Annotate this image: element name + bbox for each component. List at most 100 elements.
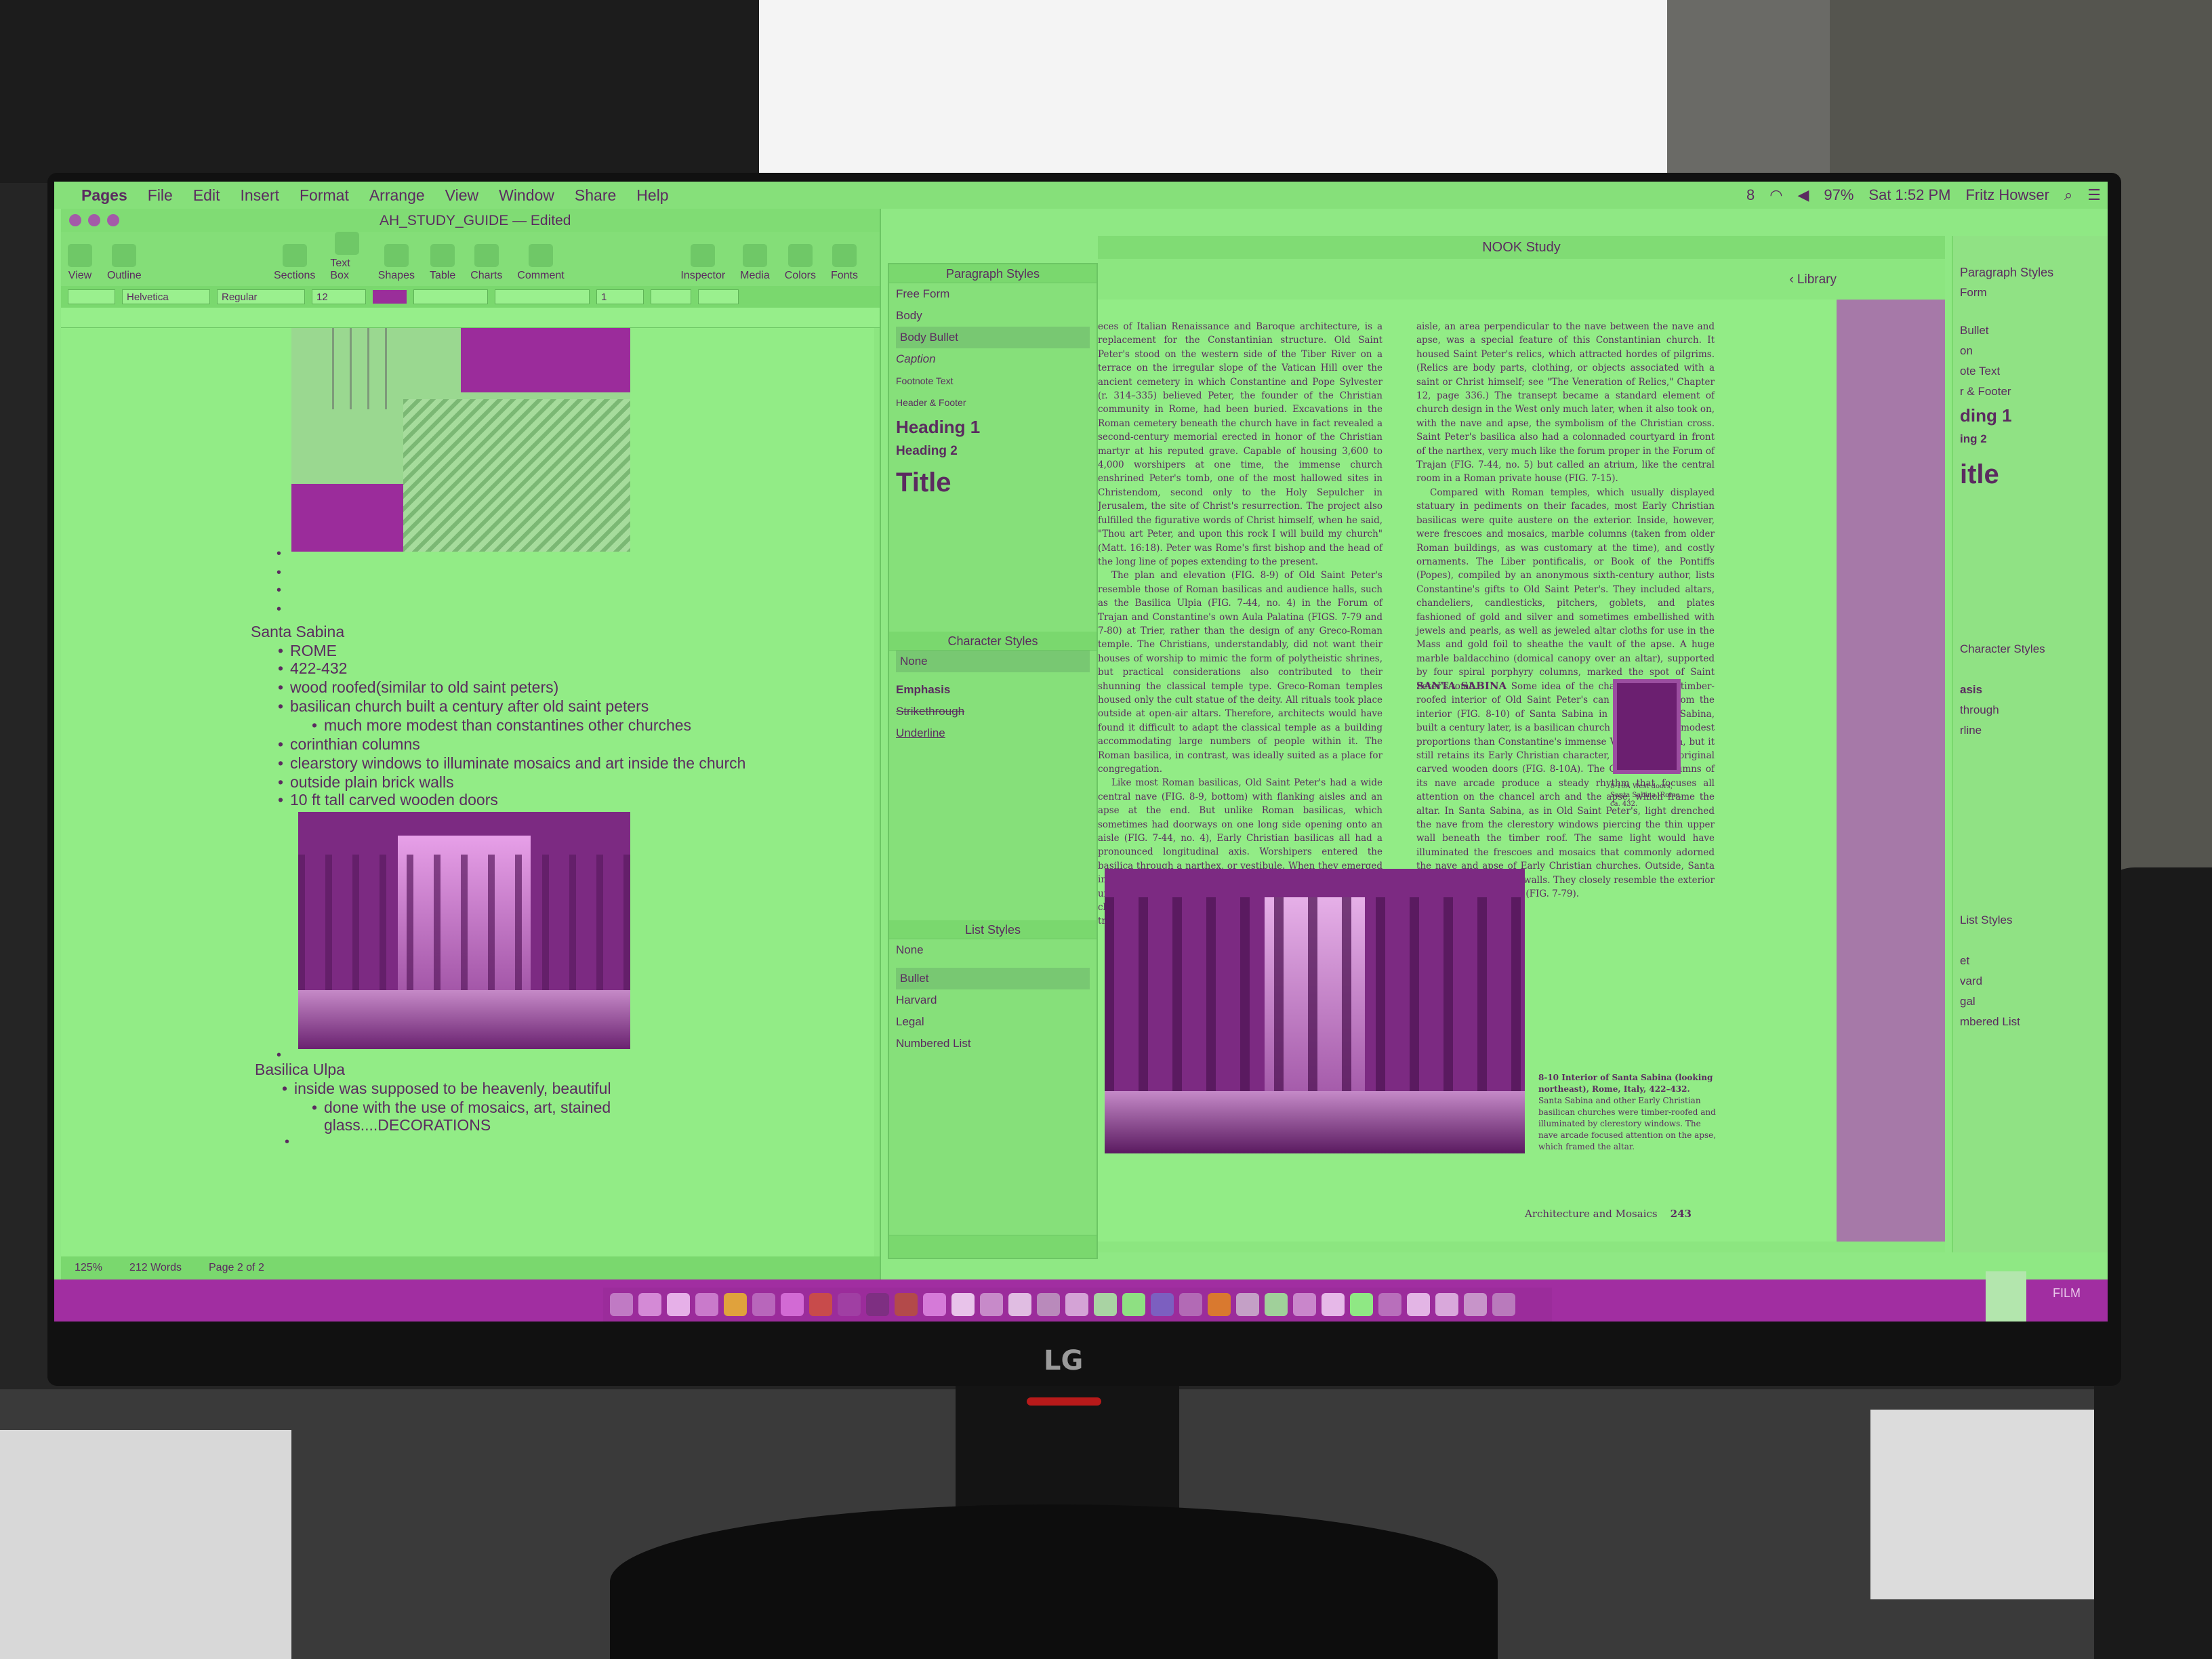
illustrator-icon[interactable] [838,1293,861,1316]
wooden-doors-image[interactable] [1613,679,1681,774]
menu-insert[interactable]: Insert [240,186,279,205]
santa-sabina-interior-image[interactable] [1105,869,1525,1153]
sections-button[interactable]: Sections [274,244,315,282]
sub-list-item-continued[interactable]: glass....DECORATIONS [324,1115,491,1134]
page-indicator[interactable]: Page 2 of 2 [209,1262,264,1274]
list-item[interactable]: basilican church built a century after o… [278,697,649,716]
menu-app[interactable]: Pages [81,186,127,205]
app-icon[interactable] [1037,1293,1060,1316]
excel-icon[interactable] [1179,1293,1202,1316]
character-style-emphasis[interactable]: Emphasis [889,679,1097,701]
text-style-buttons[interactable] [413,289,488,304]
style-heading-2[interactable]: Heading 2 [889,441,1097,462]
list-style-harvard[interactable]: Harvard [889,989,1097,1011]
charts-button[interactable]: Charts [470,244,502,282]
safari-icon[interactable] [695,1293,718,1316]
app-icon[interactable] [1293,1293,1316,1316]
battery-percent[interactable]: 97% [1824,186,1853,204]
outline-button[interactable]: Outline [107,244,142,282]
line-spacing-select[interactable]: 1 [596,289,644,304]
app-icon[interactable] [781,1293,804,1316]
menu-arrange[interactable]: Arrange [369,186,425,205]
ebook-page[interactable]: eces of Italian Renaissance and Baroque … [1098,300,1837,1242]
finder-icon[interactable] [610,1293,633,1316]
spotlight-icon[interactable]: ⌕ [2064,186,2072,204]
paragraph-style-select[interactable] [68,289,115,304]
list-item[interactable]: inside was supposed to be heavenly, beau… [282,1079,611,1098]
font-size-select[interactable]: 12 [312,289,366,304]
bridge-icon[interactable] [895,1293,918,1316]
volume-icon[interactable]: ◀ [1797,186,1809,204]
document-icon[interactable] [1435,1293,1458,1316]
list-item[interactable]: outside plain brick walls [278,773,454,792]
menu-file[interactable]: File [148,186,173,205]
list-style-legal[interactable]: Legal [889,1011,1097,1033]
calendar-icon[interactable] [1008,1293,1031,1316]
film-folder-label[interactable]: FILM [2053,1286,2081,1300]
minimize-button[interactable] [88,214,100,226]
app-icon[interactable] [980,1293,1003,1316]
alignment-buttons[interactable] [495,289,590,304]
heading-basilica-ulpa[interactable]: Basilica Ulpa [255,1060,345,1079]
wifi-icon[interactable]: ◠ [1769,186,1782,204]
sub-list-item[interactable]: done with the use of mosaics, art, stain… [312,1098,611,1117]
menu-window[interactable]: Window [499,186,554,205]
preview-icon[interactable] [951,1293,975,1316]
app-icon[interactable] [809,1293,832,1316]
app-icon[interactable] [1350,1293,1373,1316]
indesign-icon[interactable] [923,1293,946,1316]
clock[interactable]: Sat 1:52 PM [1868,186,1950,204]
menu-format[interactable]: Format [300,186,349,205]
list-style-numbered[interactable]: Numbered List [889,1033,1097,1054]
list-item[interactable]: 10 ft tall carved wooden doors [278,790,498,809]
media-button[interactable]: Media [740,244,770,282]
library-button[interactable]: ‹ Library [1789,272,1837,287]
list-select[interactable] [698,289,739,304]
font-family-select[interactable]: Helvetica [122,289,210,304]
style-footnote-text[interactable]: Footnote Text [889,370,1097,392]
heading-santa-sabina[interactable]: Santa Sabina [251,622,344,641]
notification-center-icon[interactable]: ☰ [2087,186,2101,204]
text-color-swatch[interactable] [373,290,407,304]
inspector-button[interactable]: Inspector [680,244,725,282]
character-style-strikethrough[interactable]: Strikethrough [889,701,1097,722]
downloads-stack-icon[interactable] [1464,1293,1487,1316]
fonts-button[interactable]: Fonts [831,244,858,282]
comment-button[interactable]: Comment [517,244,565,282]
word-icon[interactable] [1151,1293,1174,1316]
app-icon[interactable] [1122,1293,1145,1316]
trash-icon[interactable] [1492,1293,1515,1316]
style-title[interactable]: Title [889,462,1097,503]
style-body[interactable]: Body [889,305,1097,327]
app-icon[interactable] [1236,1293,1259,1316]
colors-button[interactable]: Colors [785,244,816,282]
app-icon[interactable] [1378,1293,1401,1316]
film-folder-icon[interactable] [1986,1271,2026,1322]
app-icon[interactable] [1322,1293,1345,1316]
document-canvas[interactable]: • • • • Santa Sabina ROME 422-432 wood r… [61,328,874,1256]
old-saint-peters-image[interactable] [291,328,630,552]
sub-list-item[interactable]: much more modest than constantines other… [312,716,691,735]
list-item[interactable]: corinthian columns [278,735,420,754]
user-name[interactable]: Fritz Howser [1965,186,2049,204]
character-style-underline[interactable]: Underline [889,722,1097,744]
list-item[interactable]: ROME [278,641,337,660]
app-icon[interactable] [752,1293,775,1316]
app-icon[interactable] [724,1293,747,1316]
style-free-form[interactable]: Free Form [889,283,1097,305]
style-caption[interactable]: Caption [889,348,1097,370]
style-header-footer[interactable]: Header & Footer [889,392,1097,413]
chrome-icon[interactable] [667,1293,690,1316]
style-body-bullet[interactable]: Body Bullet [896,327,1090,348]
view-button[interactable]: View [68,244,92,282]
app-icon[interactable] [1065,1293,1088,1316]
shapes-button[interactable]: Shapes [378,244,415,282]
list-item[interactable]: clearstory windows to illuminate mosaics… [278,754,745,773]
ruler[interactable] [61,308,880,328]
app-icon[interactable] [1265,1293,1288,1316]
font-style-select[interactable]: Regular [217,289,305,304]
menu-edit[interactable]: Edit [193,186,220,205]
word-count[interactable]: 212 Words [129,1262,182,1274]
santa-sabina-image[interactable] [298,812,630,1049]
photoshop-icon[interactable] [866,1293,889,1316]
